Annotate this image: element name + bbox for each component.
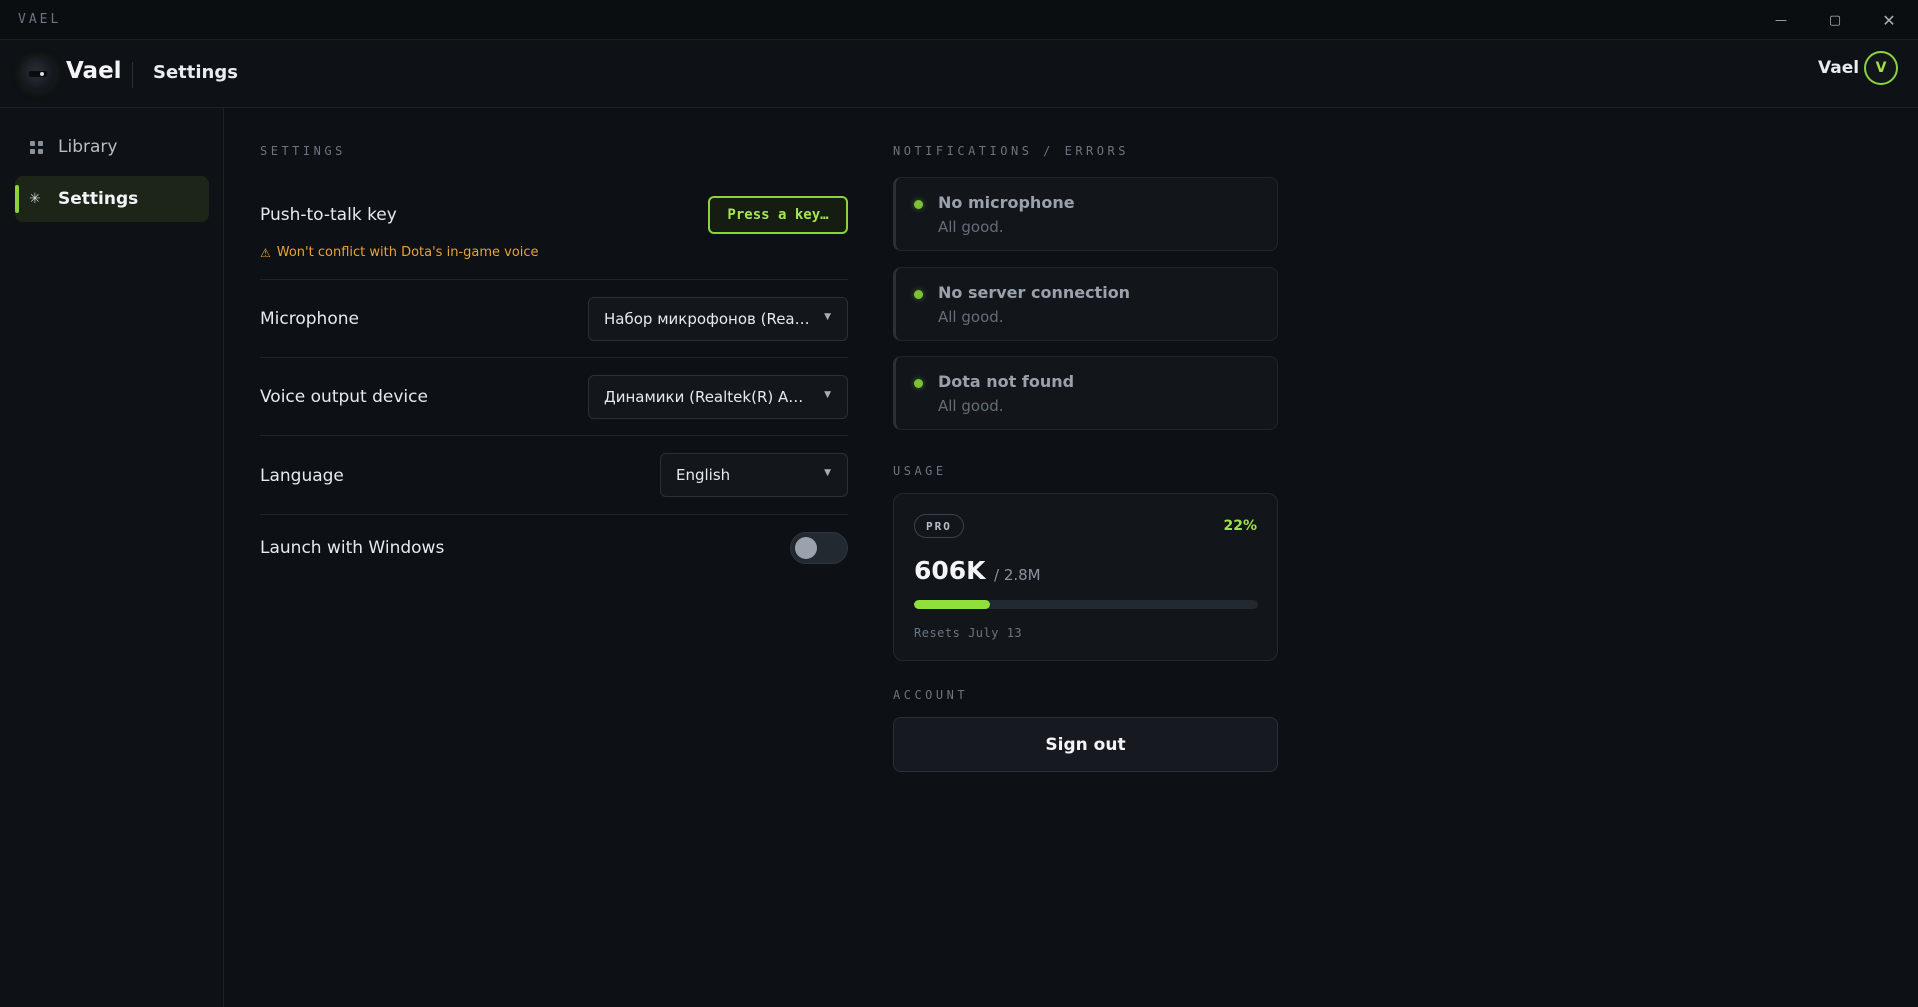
microphone-select[interactable]: Набор микрофонов (Realtek(R) Audio) ▼: [588, 297, 848, 341]
notification-title: No microphone: [938, 193, 1075, 212]
ptt-warning: ⚠ Won't conflict with Dota's in-game voi…: [260, 245, 539, 260]
account-section-label: ACCOUNT: [893, 688, 969, 702]
sign-out-button[interactable]: Sign out: [893, 717, 1278, 772]
close-icon: ✕: [1882, 10, 1896, 30]
sidebar-item-label: Library: [58, 137, 118, 157]
divider: [260, 514, 848, 515]
usage-progress-fill: [914, 600, 990, 609]
ptt-warning-text: Won't conflict with Dota's in-game voice: [276, 245, 539, 260]
usage-card: PRO 22% 606K / 2.8M Resets July 13: [893, 493, 1278, 661]
gear-icon: ✳: [29, 191, 41, 207]
microphone-value: Набор микрофонов (Realtek(R) Audio): [604, 310, 811, 328]
divider: [260, 435, 848, 436]
chevron-down-icon: ▼: [824, 312, 831, 322]
status-dot-icon: [914, 200, 923, 209]
logo-icon: [20, 56, 56, 92]
usage-progress-bar: [914, 600, 1258, 609]
language-select[interactable]: English ▼: [660, 453, 848, 497]
chevron-down-icon: ▼: [824, 468, 831, 478]
launch-windows-label: Launch with Windows: [260, 538, 445, 558]
usage-percent: 22%: [1223, 518, 1257, 534]
usage-reset-date: Resets July 13: [914, 626, 1023, 640]
app-header: Vael Settings Vael V: [0, 40, 1918, 108]
notification-card: No server connection All good.: [893, 267, 1278, 341]
divider: [260, 279, 848, 280]
chevron-down-icon: ▼: [824, 390, 831, 400]
window-title: VAEL: [18, 12, 62, 27]
notification-status: All good.: [938, 308, 1004, 326]
user-name[interactable]: Vael: [1818, 58, 1859, 78]
divider: [260, 357, 848, 358]
maximize-button[interactable]: ▢: [1808, 0, 1862, 40]
notification-status: All good.: [938, 218, 1004, 236]
page-title: Settings: [153, 62, 238, 83]
settings-section-label: SETTINGS: [260, 144, 346, 158]
brand-name: Vael: [66, 58, 122, 84]
warning-icon: ⚠: [260, 245, 271, 260]
launch-windows-toggle[interactable]: [790, 532, 848, 564]
usage-section-label: USAGE: [893, 464, 947, 478]
plan-badge: PRO: [914, 514, 964, 538]
minimize-icon: —: [1775, 13, 1787, 27]
notification-title: No server connection: [938, 283, 1131, 302]
header-divider: [132, 62, 133, 88]
status-dot-icon: [914, 290, 923, 299]
usage-limit: / 2.8M: [994, 566, 1041, 584]
window-titlebar: VAEL — ▢ ✕: [0, 0, 1918, 40]
notification-card: No microphone All good.: [893, 177, 1278, 251]
output-device-label: Voice output device: [260, 387, 428, 407]
notification-card: Dota not found All good.: [893, 356, 1278, 430]
minimize-button[interactable]: —: [1754, 0, 1808, 40]
notification-status: All good.: [938, 397, 1004, 415]
notification-title: Dota not found: [938, 372, 1075, 391]
sidebar-item-label: Settings: [58, 189, 139, 209]
sidebar-item-settings[interactable]: ✳ Settings: [15, 176, 209, 222]
ptt-label: Push-to-talk key: [260, 205, 397, 225]
usage-used: 606K: [914, 556, 986, 585]
toggle-knob: [795, 537, 817, 559]
status-dot-icon: [914, 379, 923, 388]
language-label: Language: [260, 466, 344, 486]
grid-icon: [30, 140, 43, 154]
language-value: English: [676, 466, 731, 484]
close-button[interactable]: ✕: [1862, 0, 1916, 40]
output-device-select[interactable]: Динамики (Realtek(R) Audio) ▼: [588, 375, 848, 419]
ptt-key-button[interactable]: Press a key…: [708, 196, 848, 234]
sidebar: Library ✳ Settings: [0, 108, 224, 1007]
microphone-label: Microphone: [260, 309, 359, 329]
notifications-section-label: NOTIFICATIONS / ERRORS: [893, 144, 1129, 158]
sidebar-item-library[interactable]: Library: [15, 124, 209, 170]
maximize-icon: ▢: [1828, 12, 1842, 28]
avatar[interactable]: V: [1864, 51, 1898, 85]
output-device-value: Динамики (Realtek(R) Audio): [604, 388, 811, 406]
